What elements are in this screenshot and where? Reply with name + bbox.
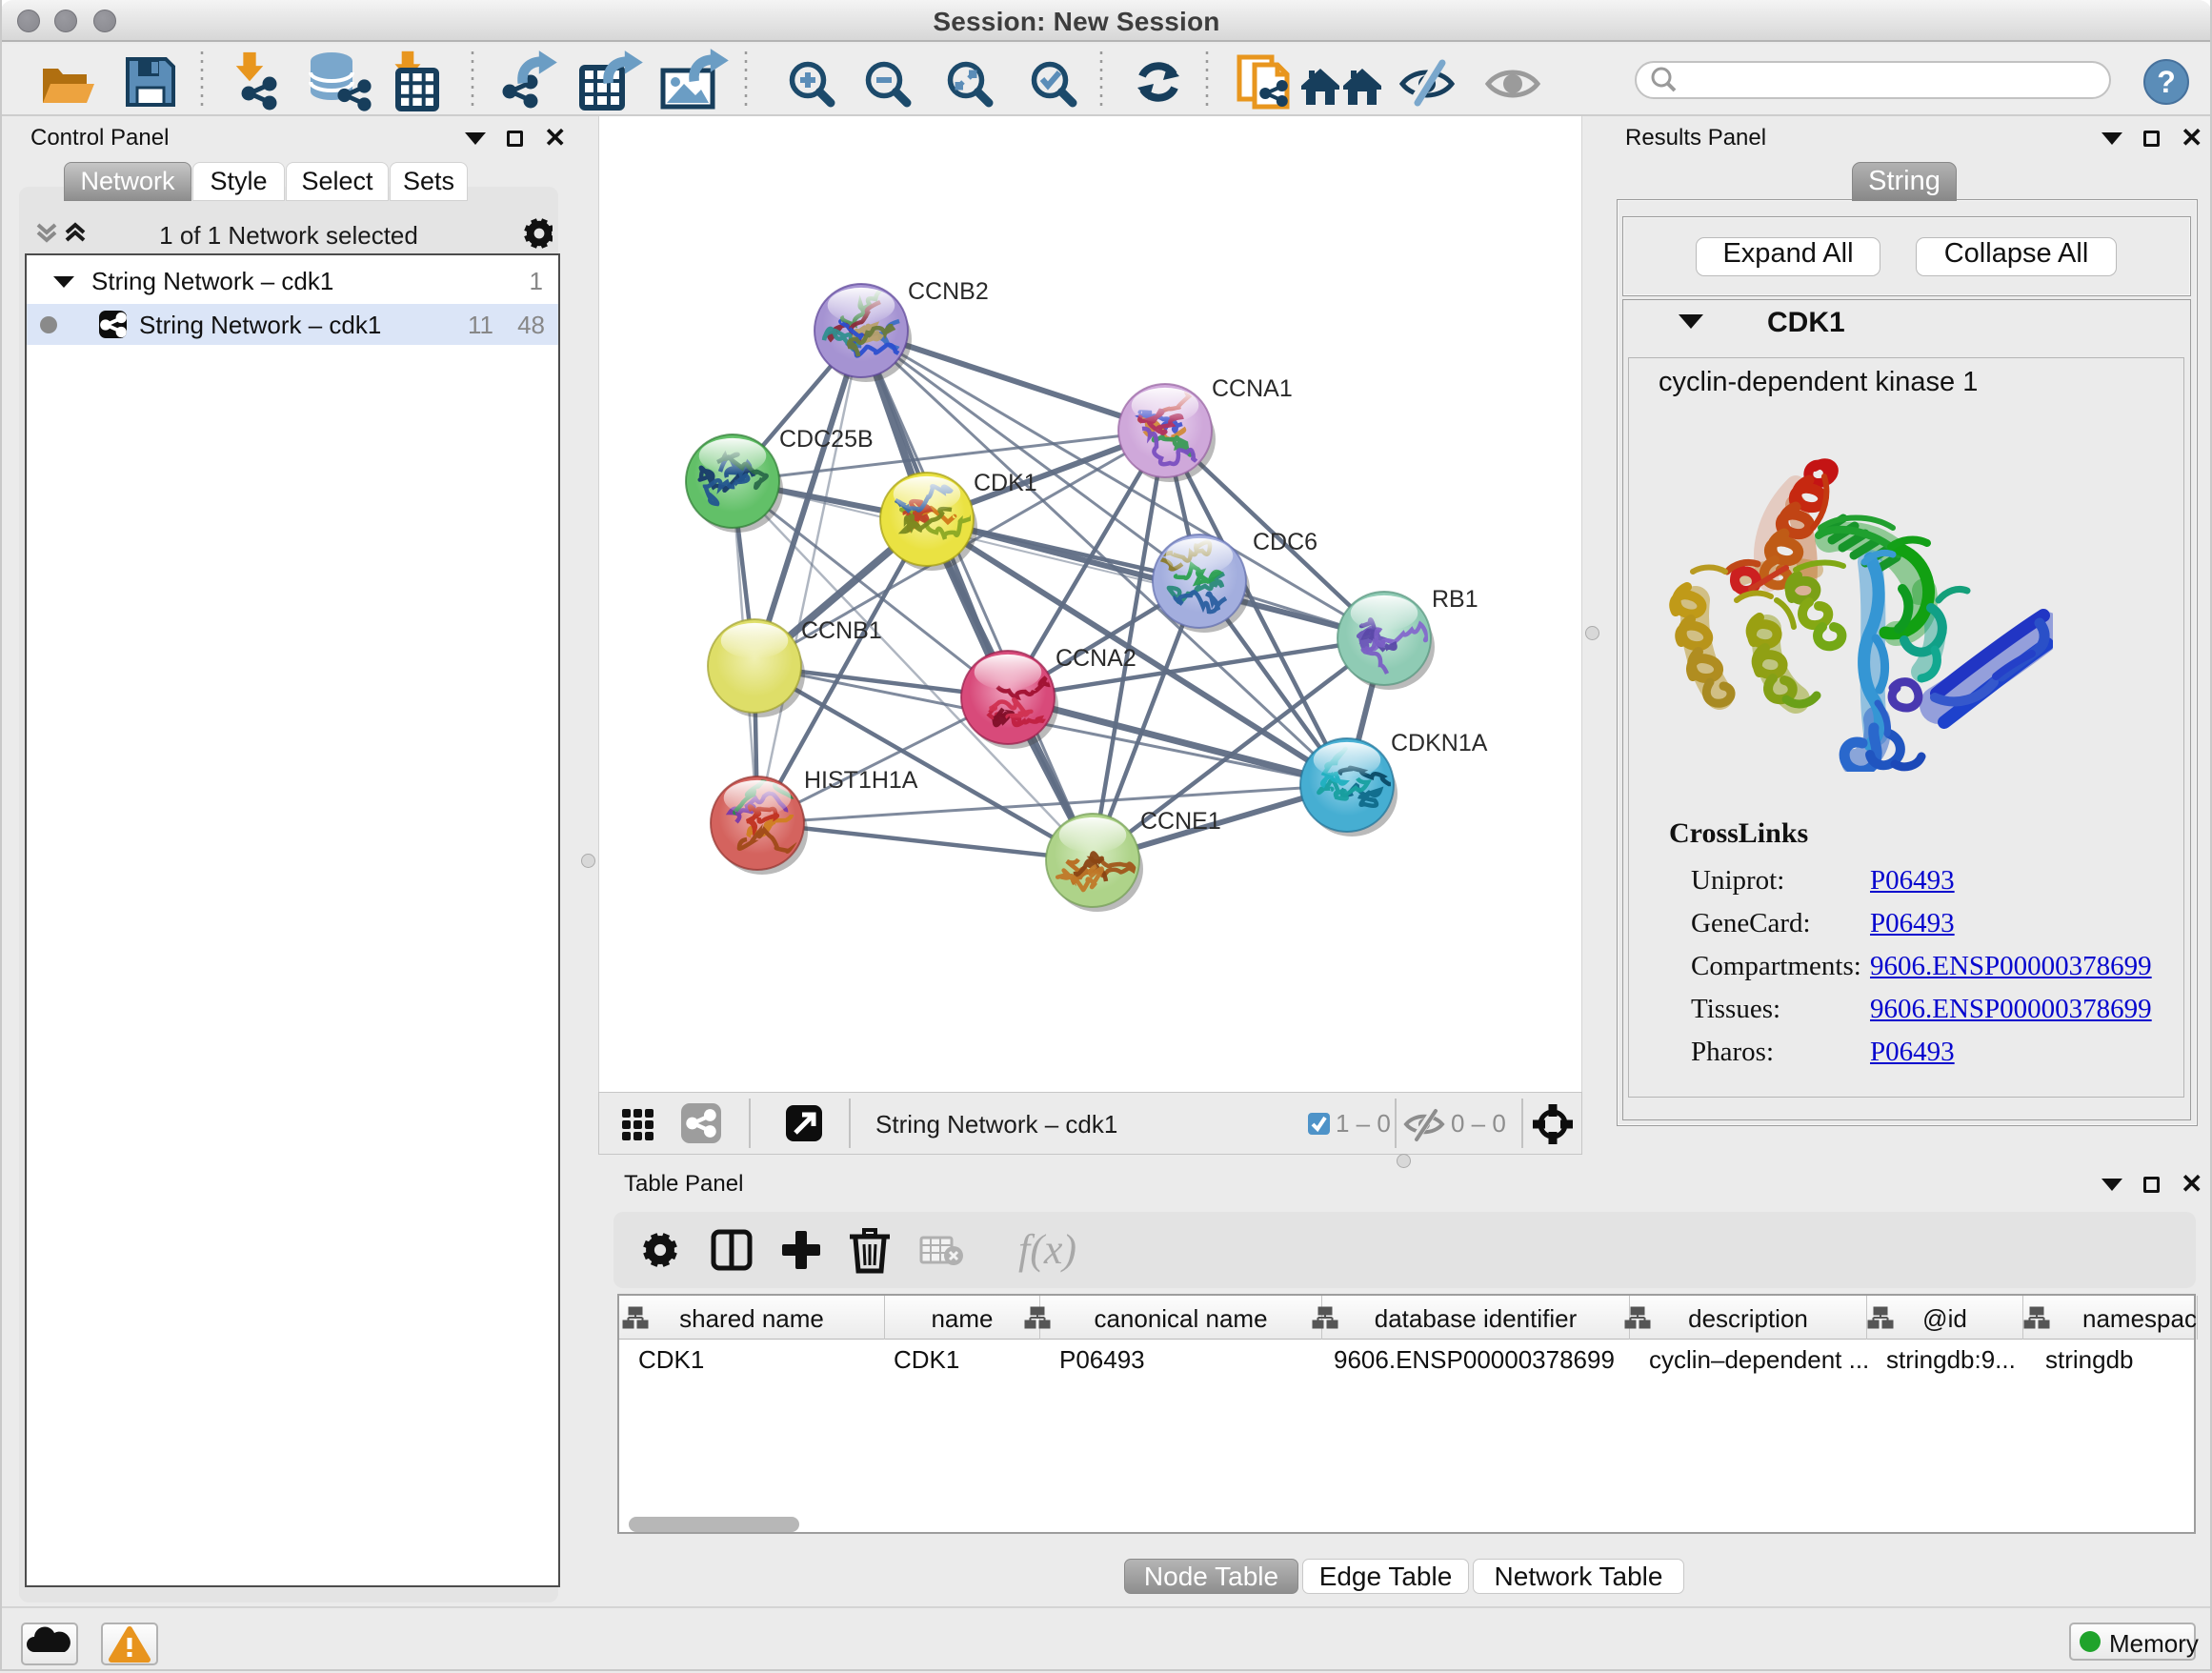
svg-text:RB1: RB1 bbox=[1432, 586, 1478, 613]
svg-text:CDKN1A: CDKN1A bbox=[1391, 730, 1488, 756]
svg-text:CDK1: CDK1 bbox=[974, 470, 1037, 496]
svg-text:CCNA2: CCNA2 bbox=[1056, 645, 1136, 672]
svg-text:CCNA1: CCNA1 bbox=[1212, 375, 1293, 402]
svg-text:?: ? bbox=[2157, 65, 2176, 99]
svg-text:HIST1H1A: HIST1H1A bbox=[804, 767, 918, 794]
svg-text:CCNE1: CCNE1 bbox=[1140, 808, 1221, 835]
svg-text:CCNB1: CCNB1 bbox=[801, 617, 882, 644]
svg-text:CDC25B: CDC25B bbox=[779, 426, 874, 453]
svg-text:f(x): f(x) bbox=[1018, 1226, 1076, 1273]
svg-text:CDC6: CDC6 bbox=[1253, 529, 1317, 555]
svg-text:CCNB2: CCNB2 bbox=[908, 278, 989, 305]
